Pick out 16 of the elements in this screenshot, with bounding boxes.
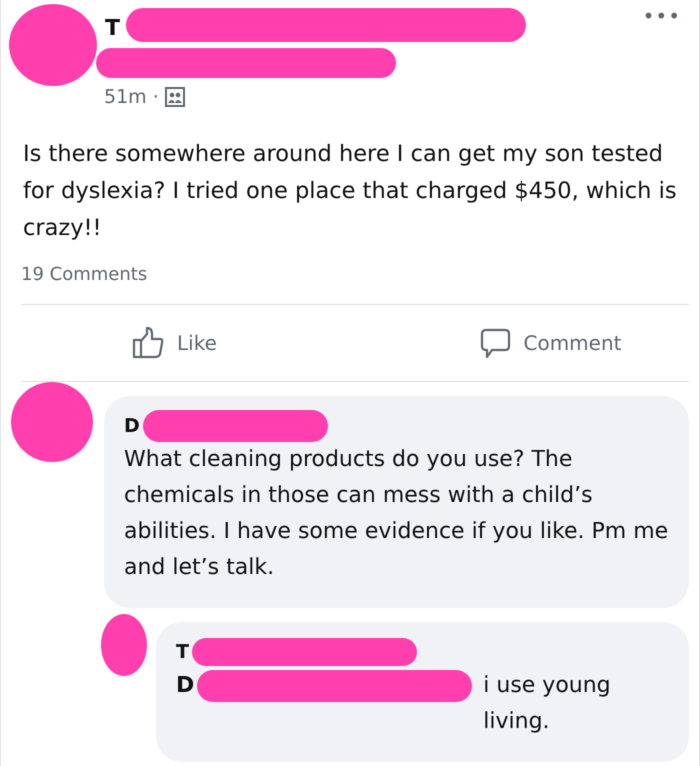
like-button[interactable]: Like: [21, 305, 342, 381]
comment-text: i use young living.: [483, 672, 612, 736]
redaction-mark: [101, 614, 147, 676]
separator-dot: ·: [152, 86, 159, 108]
comment-button[interactable]: Comment: [342, 305, 689, 381]
comment-author[interactable]: T: [176, 641, 189, 663]
mention-name[interactable]: D: [176, 668, 194, 704]
more-options-icon[interactable]: •••: [642, 4, 681, 28]
post-text: Is there somewhere around here I can get my son tested for dyslexia? I tried one place that charged $450, which is crazy!!: [22, 140, 678, 243]
post-time[interactable]: 51m: [104, 86, 147, 108]
thumbs-up-icon: [131, 326, 165, 360]
group-audience-icon: [164, 87, 185, 107]
author-name[interactable]: T: [105, 16, 120, 41]
comment-text: What cleaning products do you use? The chemicals in those can mess with a child’s abilities. I have some evidence if you like. Pm me and let’s talk.: [124, 447, 668, 580]
comment-author[interactable]: D: [124, 415, 140, 437]
comments-count[interactable]: 19 Comments: [21, 264, 148, 285]
